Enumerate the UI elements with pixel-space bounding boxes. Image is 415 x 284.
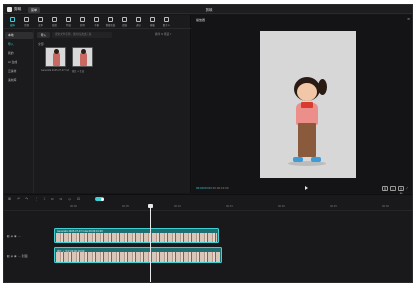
character-shoe: [293, 157, 303, 162]
ruler-tick: 00:20: [278, 205, 285, 208]
timeline-toolbar: ⊞ ↶ ↷ ⋮ ⌶ ⊏ ⊐ ◇ ⊡: [4, 195, 412, 204]
play-icon[interactable]: [305, 186, 308, 190]
clip-frames: [56, 233, 217, 242]
tool-adjust[interactable]: 调节: [132, 16, 145, 28]
expand-icon[interactable]: ⤢: [406, 186, 408, 191]
trim-right-icon[interactable]: ⊐: [58, 197, 63, 202]
thumbnail-figure: [53, 49, 60, 66]
trim-left-icon[interactable]: ⊏: [50, 197, 55, 202]
split-icon[interactable]: ⋮: [34, 197, 39, 202]
select-tool-icon[interactable]: ⊞: [7, 197, 12, 202]
search-input[interactable]: 搜索文件名称、图片描述或元素: [52, 32, 112, 38]
tool-transition[interactable]: 转场: [76, 16, 89, 28]
media-icon: [10, 17, 15, 22]
sort-filter-controls[interactable]: 排序 ⇅ 筛选 ▿: [155, 32, 171, 38]
sidebar-item-ai[interactable]: AI 生成: [5, 59, 33, 66]
ruler-tick: 00:00: [70, 205, 77, 208]
ruler-tick: 00:30: [382, 205, 389, 208]
avatar-icon: [164, 17, 169, 22]
effects-icon: [66, 17, 71, 22]
character-face: [297, 83, 317, 101]
preview-canvas[interactable]: [260, 31, 356, 178]
ratio-button[interactable]: 比例: [398, 186, 404, 196]
timecode: 00:00:03:03 00:00:10:00: [196, 187, 228, 190]
player-menu-icon[interactable]: ≡: [407, 17, 410, 21]
media-thumbnail-caption: 微信 + 生成: [72, 70, 84, 73]
total-time: 00:00:10:00: [212, 187, 229, 190]
transition-icon: [80, 17, 85, 22]
cursor-split-icon[interactable]: ⌶: [42, 197, 47, 202]
fullscreen-icon[interactable]: ⛶: [390, 186, 396, 191]
app-name: 剪映: [14, 7, 22, 11]
media-content: 导入 搜索文件名称、图片描述或元素 排序 ⇅ 筛选 ▿ 全部 Generate …: [35, 30, 191, 193]
ruler-tick: 00:05: [122, 205, 129, 208]
tool-avatar[interactable]: 数字人: [160, 16, 173, 28]
tool-filter[interactable]: 滤镜: [118, 16, 131, 28]
sidebar-item-local[interactable]: 本地: [5, 32, 33, 39]
tool-audio[interactable]: 音频: [20, 16, 33, 28]
tool-media[interactable]: 媒体: [6, 16, 19, 28]
tool-text[interactable]: 文本: [34, 16, 47, 28]
undo-icon[interactable]: ↶: [16, 197, 21, 202]
import-button[interactable]: 导入: [37, 32, 50, 38]
video-clip[interactable]: 微信 + 生成 00:00:10:00: [54, 247, 222, 263]
ruler-tick: 00:10: [174, 205, 181, 208]
character-scarf: [301, 102, 313, 108]
filter-icon: [122, 17, 127, 22]
tool-caption[interactable]: 字幕: [90, 16, 103, 28]
tool-template[interactable]: 模板: [146, 16, 159, 28]
sidebar-item-mine[interactable]: 我的: [5, 50, 33, 57]
asset-toolbar: 媒体 音频 文本 贴纸 特效 转场 字幕 智能包装 滤镜 调节 模板 数字人: [4, 15, 191, 29]
media-thumbnail-caption: Generate 2025-07-07 Cute: [41, 69, 69, 72]
player-title: 播放器: [196, 18, 206, 22]
video-clip[interactable]: Generate 2025-07-07 Cute 00:00:10:00: [54, 228, 219, 243]
window-title: 剪映: [205, 8, 213, 12]
clip-frames: [56, 252, 220, 262]
time-ruler[interactable]: 00:00 00:05 00:10 00:15 00:20 00:25 00:3…: [4, 205, 412, 211]
app-window: 剪映 菜单 剪映 媒体 音频 文本 贴纸 特效 转场 字幕 智能包装 滤镜 调节…: [3, 4, 413, 283]
timeline-panel: ⊞ ↶ ↷ ⋮ ⌶ ⊏ ⊐ ◇ ⊡ 00:00 00:05 00:10 00:1…: [4, 194, 412, 282]
tool-smart-pack[interactable]: 智能包装: [104, 16, 117, 28]
magnet-toggle[interactable]: [95, 197, 104, 201]
original-ratio-button[interactable]: 原: [382, 186, 388, 191]
menu-button[interactable]: 菜单: [28, 6, 40, 13]
ruler-tick: 00:25: [330, 205, 337, 208]
playhead[interactable]: [148, 204, 153, 282]
track-header[interactable]: ◧ ◈ ◉ ⋯ 封面: [7, 254, 28, 258]
caption-icon: [94, 17, 99, 22]
media-thumbnail[interactable]: [72, 47, 93, 67]
thumbnail-figure: [80, 49, 87, 66]
crop-icon[interactable]: ⊡: [76, 197, 81, 202]
media-thumbnail[interactable]: [45, 47, 66, 67]
sidebar-item-library[interactable]: 素材库: [5, 77, 33, 84]
template-icon: [150, 17, 155, 22]
current-time: 00:00:03:03: [196, 187, 212, 190]
section-label: 全部: [38, 42, 44, 46]
tool-sticker[interactable]: 贴纸: [48, 16, 61, 28]
player-panel: 播放器 ≡ 00:00:03:03 00:00:10:00 原 ⛶ 比例 ⤢: [192, 15, 412, 196]
sidebar-item-import[interactable]: 导入: [5, 41, 33, 48]
mark-icon[interactable]: ◇: [67, 197, 72, 202]
redo-icon[interactable]: ↷: [24, 197, 29, 202]
app-logo-icon: [7, 7, 12, 12]
text-icon: [38, 17, 43, 22]
media-sidebar: 本地 导入 我的 AI 生成 云素材 素材库: [4, 30, 34, 193]
sticker-icon: [52, 17, 57, 22]
ruler-tick: 00:15: [226, 205, 233, 208]
audio-icon: [24, 17, 29, 22]
sidebar-item-cloud[interactable]: 云素材: [5, 68, 33, 75]
title-bar: 剪映 菜单 剪映: [4, 5, 412, 14]
track-header[interactable]: ◧ ◈ ◉ ⋯: [7, 234, 21, 238]
character-pants: [298, 123, 316, 157]
character-shoe: [311, 157, 321, 162]
tool-effects[interactable]: 特效: [62, 16, 75, 28]
adjust-icon: [136, 17, 141, 22]
smart-pack-icon: [108, 17, 113, 22]
media-panel: 媒体 音频 文本 贴纸 特效 转场 字幕 智能包装 滤镜 调节 模板 数字人 本…: [4, 15, 191, 193]
